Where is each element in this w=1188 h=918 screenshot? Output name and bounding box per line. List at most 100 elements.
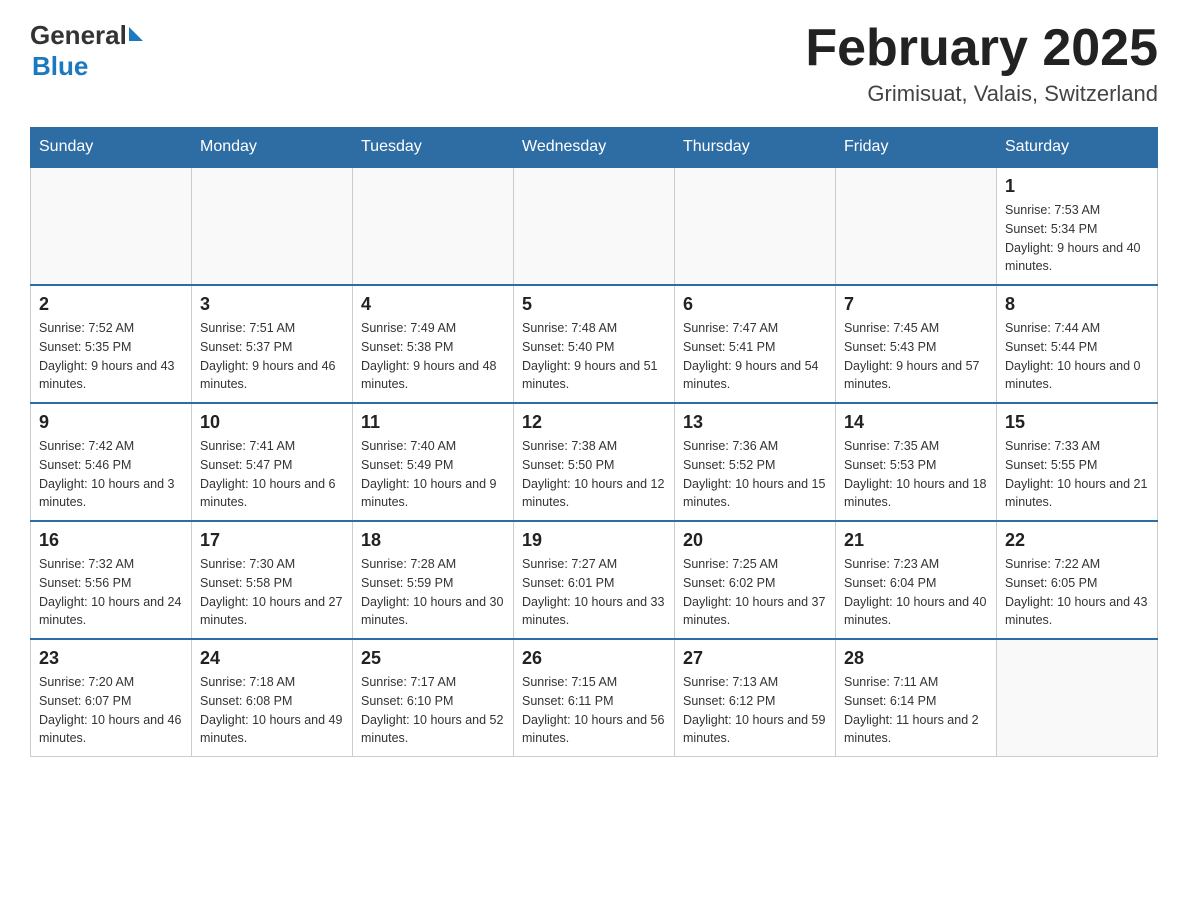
calendar-week-5: 23 Sunrise: 7:20 AMSunset: 6:07 PMDayligh…: [31, 639, 1158, 757]
day-info: Sunrise: 7:27 AMSunset: 6:01 PMDaylight:…: [522, 555, 666, 630]
logo-blue-text: Blue: [32, 51, 88, 81]
calendar-cell-w5-d2: 24Sunrise: 7:18 AMSunset: 6:08 PMDayligh…: [192, 639, 353, 757]
day-info: Sunrise: 7:44 AMSunset: 5:44 PMDaylight:…: [1005, 319, 1149, 394]
calendar-cell-w2-d3: 4 Sunrise: 7:49 AMSunset: 5:38 PMDaylight…: [353, 285, 514, 403]
day-info: Sunrise: 7:33 AMSunset: 5:55 PMDaylight:…: [1005, 437, 1149, 512]
day-info: Sunrise: 7:36 AMSunset: 5:52 PMDaylight:…: [683, 437, 827, 512]
calendar-cell-w3-d3: 11 Sunrise: 7:40 AMSunset: 5:49 PMDayligh…: [353, 403, 514, 521]
day-number: 15: [1005, 412, 1149, 433]
header-tuesday: Tuesday: [353, 128, 514, 168]
calendar-table: Sunday Monday Tuesday Wednesday Thursday…: [30, 127, 1158, 757]
header-monday: Monday: [192, 128, 353, 168]
calendar-title: February 2025: [805, 20, 1158, 77]
day-number: 23: [39, 648, 183, 669]
calendar-subtitle: Grimisuat, Valais, Switzerland: [805, 81, 1158, 107]
calendar-header-row: Sunday Monday Tuesday Wednesday Thursday…: [31, 128, 1158, 168]
day-number: 2: [39, 294, 183, 315]
day-number: 11: [361, 412, 505, 433]
header-saturday: Saturday: [997, 128, 1158, 168]
day-number: 9: [39, 412, 183, 433]
day-info: Sunrise: 7:17 AMSunset: 6:10 PMDaylight:…: [361, 673, 505, 748]
calendar-cell-w2-d6: 7 Sunrise: 7:45 AMSunset: 5:43 PMDaylight…: [836, 285, 997, 403]
calendar-cell-w3-d5: 13 Sunrise: 7:36 AMSunset: 5:52 PMDayligh…: [675, 403, 836, 521]
header-wednesday: Wednesday: [514, 128, 675, 168]
calendar-cell-w3-d7: 15 Sunrise: 7:33 AMSunset: 5:55 PMDayligh…: [997, 403, 1158, 521]
calendar-cell-w5-d4: 26Sunrise: 7:15 AMSunset: 6:11 PMDayligh…: [514, 639, 675, 757]
day-number: 19: [522, 530, 666, 551]
day-info: Sunrise: 7:13 AMSunset: 6:12 PMDaylight:…: [683, 673, 827, 748]
day-number: 24: [200, 648, 344, 669]
calendar-week-3: 9Sunrise: 7:42 AMSunset: 5:46 PMDaylight…: [31, 403, 1158, 521]
calendar-cell-w2-d7: 8 Sunrise: 7:44 AMSunset: 5:44 PMDaylight…: [997, 285, 1158, 403]
day-info: Sunrise: 7:48 AMSunset: 5:40 PMDaylight:…: [522, 319, 666, 394]
day-number: 20: [683, 530, 827, 551]
day-number: 14: [844, 412, 988, 433]
calendar-cell-w1-d5: [675, 167, 836, 285]
day-info: Sunrise: 7:45 AMSunset: 5:43 PMDaylight:…: [844, 319, 988, 394]
day-number: 26: [522, 648, 666, 669]
calendar-cell-w4-d7: 22Sunrise: 7:22 AMSunset: 6:05 PMDayligh…: [997, 521, 1158, 639]
calendar-cell-w1-d6: [836, 167, 997, 285]
calendar-cell-w4-d5: 20 Sunrise: 7:25 AMSunset: 6:02 PMDayligh…: [675, 521, 836, 639]
day-info: Sunrise: 7:52 AMSunset: 5:35 PMDaylight:…: [39, 319, 183, 394]
calendar-cell-w3-d2: 10 Sunrise: 7:41 AMSunset: 5:47 PMDayligh…: [192, 403, 353, 521]
logo: General Blue: [30, 20, 143, 82]
day-info: Sunrise: 7:23 AMSunset: 6:04 PMDaylight:…: [844, 555, 988, 630]
calendar-cell-w3-d1: 9Sunrise: 7:42 AMSunset: 5:46 PMDaylight…: [31, 403, 192, 521]
day-number: 16: [39, 530, 183, 551]
calendar-cell-w3-d4: 12 Sunrise: 7:38 AMSunset: 5:50 PMDayligh…: [514, 403, 675, 521]
calendar-cell-w5-d6: 28 Sunrise: 7:11 AMSunset: 6:14 PMDayligh…: [836, 639, 997, 757]
day-info: Sunrise: 7:41 AMSunset: 5:47 PMDaylight:…: [200, 437, 344, 512]
header-thursday: Thursday: [675, 128, 836, 168]
day-info: Sunrise: 7:40 AMSunset: 5:49 PMDaylight:…: [361, 437, 505, 512]
calendar-cell-w1-d2: [192, 167, 353, 285]
calendar-cell-w4-d2: 17Sunrise: 7:30 AMSunset: 5:58 PMDayligh…: [192, 521, 353, 639]
day-info: Sunrise: 7:53 AMSunset: 5:34 PMDaylight:…: [1005, 201, 1149, 276]
title-block: February 2025 Grimisuat, Valais, Switzer…: [805, 20, 1158, 107]
calendar-week-2: 2 Sunrise: 7:52 AMSunset: 5:35 PMDaylight…: [31, 285, 1158, 403]
day-number: 10: [200, 412, 344, 433]
header-friday: Friday: [836, 128, 997, 168]
header-sunday: Sunday: [31, 128, 192, 168]
calendar-cell-w1-d3: [353, 167, 514, 285]
calendar-cell-w2-d5: 6Sunrise: 7:47 AMSunset: 5:41 PMDaylight…: [675, 285, 836, 403]
day-number: 18: [361, 530, 505, 551]
calendar-cell-w4-d3: 18 Sunrise: 7:28 AMSunset: 5:59 PMDayligh…: [353, 521, 514, 639]
logo-general-text: General: [30, 20, 127, 51]
day-info: Sunrise: 7:49 AMSunset: 5:38 PMDaylight:…: [361, 319, 505, 394]
day-info: Sunrise: 7:51 AMSunset: 5:37 PMDaylight:…: [200, 319, 344, 394]
day-number: 6: [683, 294, 827, 315]
calendar-cell-w4-d4: 19 Sunrise: 7:27 AMSunset: 6:01 PMDayligh…: [514, 521, 675, 639]
day-number: 22: [1005, 530, 1149, 551]
day-number: 7: [844, 294, 988, 315]
day-info: Sunrise: 7:35 AMSunset: 5:53 PMDaylight:…: [844, 437, 988, 512]
day-number: 28: [844, 648, 988, 669]
day-info: Sunrise: 7:32 AMSunset: 5:56 PMDaylight:…: [39, 555, 183, 630]
calendar-cell-w1-d1: [31, 167, 192, 285]
calendar-cell-w5-d3: 25 Sunrise: 7:17 AMSunset: 6:10 PMDayligh…: [353, 639, 514, 757]
day-info: Sunrise: 7:30 AMSunset: 5:58 PMDaylight:…: [200, 555, 344, 630]
day-info: Sunrise: 7:11 AMSunset: 6:14 PMDaylight:…: [844, 673, 988, 748]
day-number: 21: [844, 530, 988, 551]
calendar-cell-w1-d4: [514, 167, 675, 285]
day-info: Sunrise: 7:20 AMSunset: 6:07 PMDaylight:…: [39, 673, 183, 748]
day-number: 1: [1005, 176, 1149, 197]
day-info: Sunrise: 7:28 AMSunset: 5:59 PMDaylight:…: [361, 555, 505, 630]
calendar-week-1: 1 Sunrise: 7:53 AMSunset: 5:34 PMDaylight…: [31, 167, 1158, 285]
day-number: 13: [683, 412, 827, 433]
calendar-cell-w1-d7: 1 Sunrise: 7:53 AMSunset: 5:34 PMDaylight…: [997, 167, 1158, 285]
calendar-cell-w2-d2: 3Sunrise: 7:51 AMSunset: 5:37 PMDaylight…: [192, 285, 353, 403]
day-number: 12: [522, 412, 666, 433]
calendar-cell-w5-d5: 27 Sunrise: 7:13 AMSunset: 6:12 PMDayligh…: [675, 639, 836, 757]
page-header: General Blue February 2025 Grimisuat, Va…: [30, 20, 1158, 107]
day-number: 4: [361, 294, 505, 315]
day-info: Sunrise: 7:38 AMSunset: 5:50 PMDaylight:…: [522, 437, 666, 512]
calendar-cell-w5-d7: [997, 639, 1158, 757]
day-number: 27: [683, 648, 827, 669]
calendar-cell-w4-d6: 21 Sunrise: 7:23 AMSunset: 6:04 PMDayligh…: [836, 521, 997, 639]
day-number: 25: [361, 648, 505, 669]
calendar-cell-w3-d6: 14 Sunrise: 7:35 AMSunset: 5:53 PMDayligh…: [836, 403, 997, 521]
day-number: 8: [1005, 294, 1149, 315]
day-info: Sunrise: 7:25 AMSunset: 6:02 PMDaylight:…: [683, 555, 827, 630]
calendar-week-4: 16 Sunrise: 7:32 AMSunset: 5:56 PMDayligh…: [31, 521, 1158, 639]
